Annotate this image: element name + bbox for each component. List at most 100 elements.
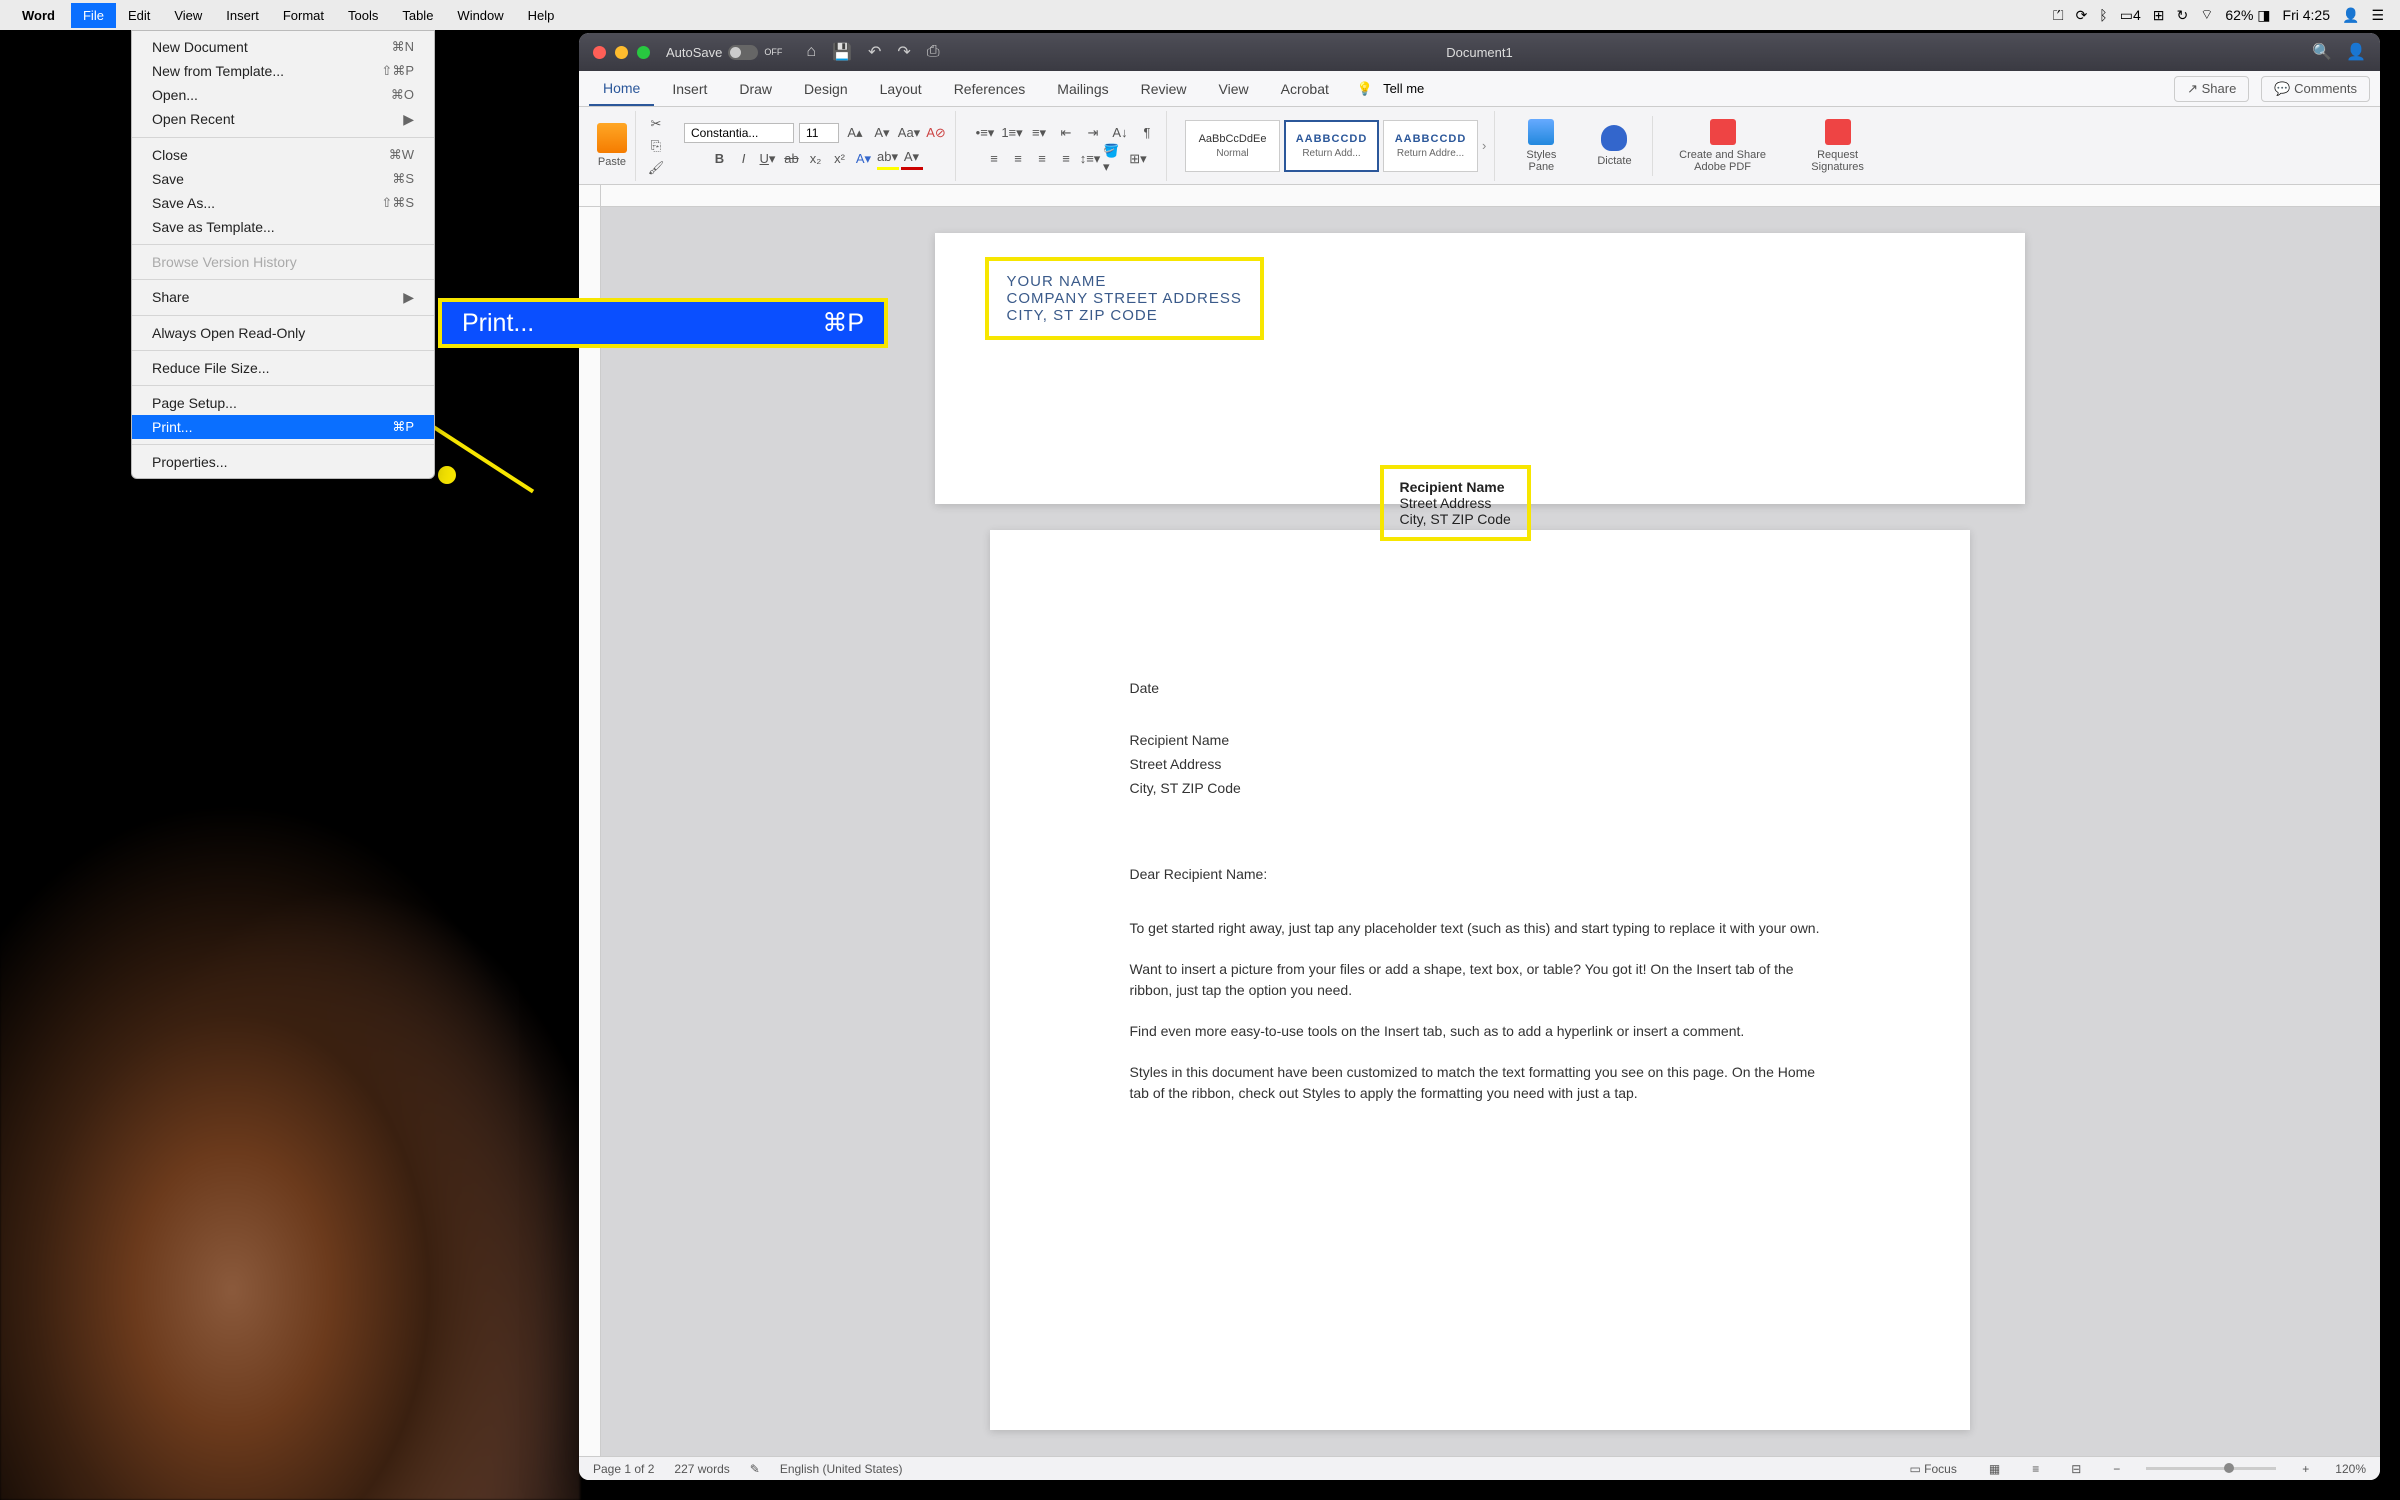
letter-rec-city[interactable]: City, ST ZIP Code xyxy=(1130,780,1830,796)
file-menu-save-as-template[interactable]: Save as Template... xyxy=(132,215,434,239)
file-menu-share[interactable]: Share▶ xyxy=(132,285,434,310)
sync-icon[interactable]: ⟳ xyxy=(2076,7,2088,24)
recipient-street[interactable]: Street Address xyxy=(1400,495,1511,511)
zoom-slider[interactable] xyxy=(2146,1467,2276,1470)
wifi-icon[interactable]: ⌔ xyxy=(2200,6,2213,24)
letter-rec-name[interactable]: Recipient Name xyxy=(1130,732,1830,748)
file-menu-open[interactable]: Open...⌘O xyxy=(132,83,434,107)
tell-me-search[interactable]: Tell me xyxy=(1383,81,1424,96)
change-case-icon[interactable]: Aa▾ xyxy=(898,122,920,144)
show-marks-icon[interactable]: ¶ xyxy=(1136,122,1158,144)
grow-font-icon[interactable]: A▴ xyxy=(844,122,866,144)
italic-button[interactable]: I xyxy=(733,148,755,170)
status-page[interactable]: Page 1 of 2 xyxy=(593,1462,654,1476)
dropbox-icon[interactable]: ⏍ xyxy=(2053,7,2064,24)
create-pdf-button[interactable]: Create and Share Adobe PDF xyxy=(1663,119,1783,173)
file-menu-close[interactable]: Close⌘W xyxy=(132,143,434,167)
styles-pane-button[interactable]: Styles Pane xyxy=(1505,119,1577,173)
strikethrough-button[interactable]: ab xyxy=(781,148,803,170)
sender-name[interactable]: YOUR NAME xyxy=(1007,273,1242,290)
shrink-font-icon[interactable]: A▾ xyxy=(871,122,893,144)
tab-review[interactable]: Review xyxy=(1127,73,1201,105)
letter-para-1[interactable]: To get started right away, just tap any … xyxy=(1130,918,1830,939)
view-web-icon[interactable]: ≡ xyxy=(2026,1462,2045,1476)
search-icon[interactable]: 🔍 xyxy=(2312,42,2332,62)
align-left-icon[interactable]: ≡ xyxy=(983,148,1005,170)
line-spacing-icon[interactable]: ↕≡▾ xyxy=(1079,148,1101,170)
borders-icon[interactable]: ⊞▾ xyxy=(1127,148,1149,170)
dictate-button[interactable]: Dictate xyxy=(1587,125,1641,167)
sender-street[interactable]: COMPANY STREET ADDRESS xyxy=(1007,290,1242,307)
menubar-format[interactable]: Format xyxy=(271,3,336,28)
text-effects-icon[interactable]: A▾ xyxy=(853,148,875,170)
letter-para-2[interactable]: Want to insert a picture from your files… xyxy=(1130,959,1830,1001)
styles-more-icon[interactable]: › xyxy=(1482,138,1486,153)
menubar-window[interactable]: Window xyxy=(445,3,515,28)
status-language[interactable]: English (United States) xyxy=(780,1462,903,1476)
screen-icon[interactable]: ▭4 xyxy=(2120,7,2141,24)
undo-icon[interactable]: ↶ xyxy=(868,42,881,62)
letter-rec-street[interactable]: Street Address xyxy=(1130,756,1830,772)
request-signatures-button[interactable]: Request Signatures xyxy=(1793,119,1883,173)
close-window-button[interactable] xyxy=(593,46,606,59)
envelope-page[interactable]: YOUR NAME COMPANY STREET ADDRESS CITY, S… xyxy=(935,233,2025,504)
style-return-add[interactable]: AABBCCDD Return Add... xyxy=(1284,120,1379,172)
letter-para-3[interactable]: Find even more easy-to-use tools on the … xyxy=(1130,1021,1830,1042)
letter-para-4[interactable]: Styles in this document have been custom… xyxy=(1130,1062,1830,1104)
print-icon[interactable]: ⎙ xyxy=(927,43,940,61)
file-menu-page-setup[interactable]: Page Setup... xyxy=(132,391,434,415)
minimize-window-button[interactable] xyxy=(615,46,628,59)
menubar-file[interactable]: File xyxy=(71,3,116,28)
maximize-window-button[interactable] xyxy=(637,46,650,59)
menubar-table[interactable]: Table xyxy=(390,3,445,28)
font-family-select[interactable]: Constantia... xyxy=(684,123,794,143)
tab-home[interactable]: Home xyxy=(589,72,654,106)
format-painter-icon[interactable]: 🖌 xyxy=(645,157,667,179)
file-menu-save[interactable]: Save⌘S xyxy=(132,167,434,191)
tab-layout[interactable]: Layout xyxy=(866,73,936,105)
increase-indent-icon[interactable]: ⇥ xyxy=(1082,122,1104,144)
shading-icon[interactable]: 🪣▾ xyxy=(1103,148,1125,170)
tab-acrobat[interactable]: Acrobat xyxy=(1267,73,1343,105)
letter-page[interactable]: Date Recipient Name Street Address City,… xyxy=(990,530,1970,1430)
menubar-insert[interactable]: Insert xyxy=(214,3,271,28)
font-color-icon[interactable]: A▾ xyxy=(901,148,923,170)
file-menu-new-document[interactable]: New Document⌘N xyxy=(132,35,434,59)
toggle-switch[interactable] xyxy=(728,45,758,60)
justify-icon[interactable]: ≡ xyxy=(1055,148,1077,170)
numbering-icon[interactable]: 1≡▾ xyxy=(1001,122,1023,144)
share-button[interactable]: ↗ Share xyxy=(2174,76,2249,102)
letter-date[interactable]: Date xyxy=(1130,680,1830,696)
tab-view[interactable]: View xyxy=(1205,73,1263,105)
focus-mode-button[interactable]: ▭ Focus xyxy=(1903,1462,1962,1476)
menu-icon[interactable]: ☰ xyxy=(2371,7,2384,24)
zoom-out-button[interactable]: − xyxy=(2107,1462,2126,1476)
tab-draw[interactable]: Draw xyxy=(725,73,786,105)
cut-icon[interactable]: ✂ xyxy=(645,113,667,135)
underline-button[interactable]: U▾ xyxy=(757,148,779,170)
horizontal-ruler[interactable] xyxy=(601,185,2380,206)
subscript-button[interactable]: x₂ xyxy=(805,148,827,170)
bullets-icon[interactable]: •≡▾ xyxy=(974,122,996,144)
home-icon[interactable]: ⌂ xyxy=(806,43,816,61)
style-normal[interactable]: AaBbCcDdEe Normal xyxy=(1185,120,1280,172)
clear-formatting-icon[interactable]: A⊘ xyxy=(925,122,947,144)
redo-icon[interactable]: ↷ xyxy=(897,42,910,62)
file-menu-save-as[interactable]: Save As...⇧⌘S xyxy=(132,191,434,215)
app-name[interactable]: Word xyxy=(22,8,55,23)
bluetooth-icon[interactable]: ᛒ xyxy=(2099,7,2107,23)
file-menu-print[interactable]: Print...⌘P xyxy=(132,415,434,439)
user-icon[interactable]: 👤 xyxy=(2342,7,2359,24)
battery-status[interactable]: 62% ◨ xyxy=(2225,7,2270,24)
align-right-icon[interactable]: ≡ xyxy=(1031,148,1053,170)
recipient-city[interactable]: City, ST ZIP Code xyxy=(1400,511,1511,527)
file-menu-always-open-read-only[interactable]: Always Open Read-Only xyxy=(132,321,434,345)
timemachine-icon[interactable]: ↻ xyxy=(2176,7,2188,24)
vertical-ruler[interactable] xyxy=(579,207,601,1456)
clock[interactable]: Fri 4:25 xyxy=(2283,7,2330,23)
multilevel-list-icon[interactable]: ≡▾ xyxy=(1028,122,1050,144)
save-icon[interactable]: 💾 xyxy=(832,42,852,62)
status-words[interactable]: 227 words xyxy=(674,1462,729,1476)
calendar-icon[interactable]: ⊞ xyxy=(2153,7,2165,24)
tab-references[interactable]: References xyxy=(940,73,1040,105)
